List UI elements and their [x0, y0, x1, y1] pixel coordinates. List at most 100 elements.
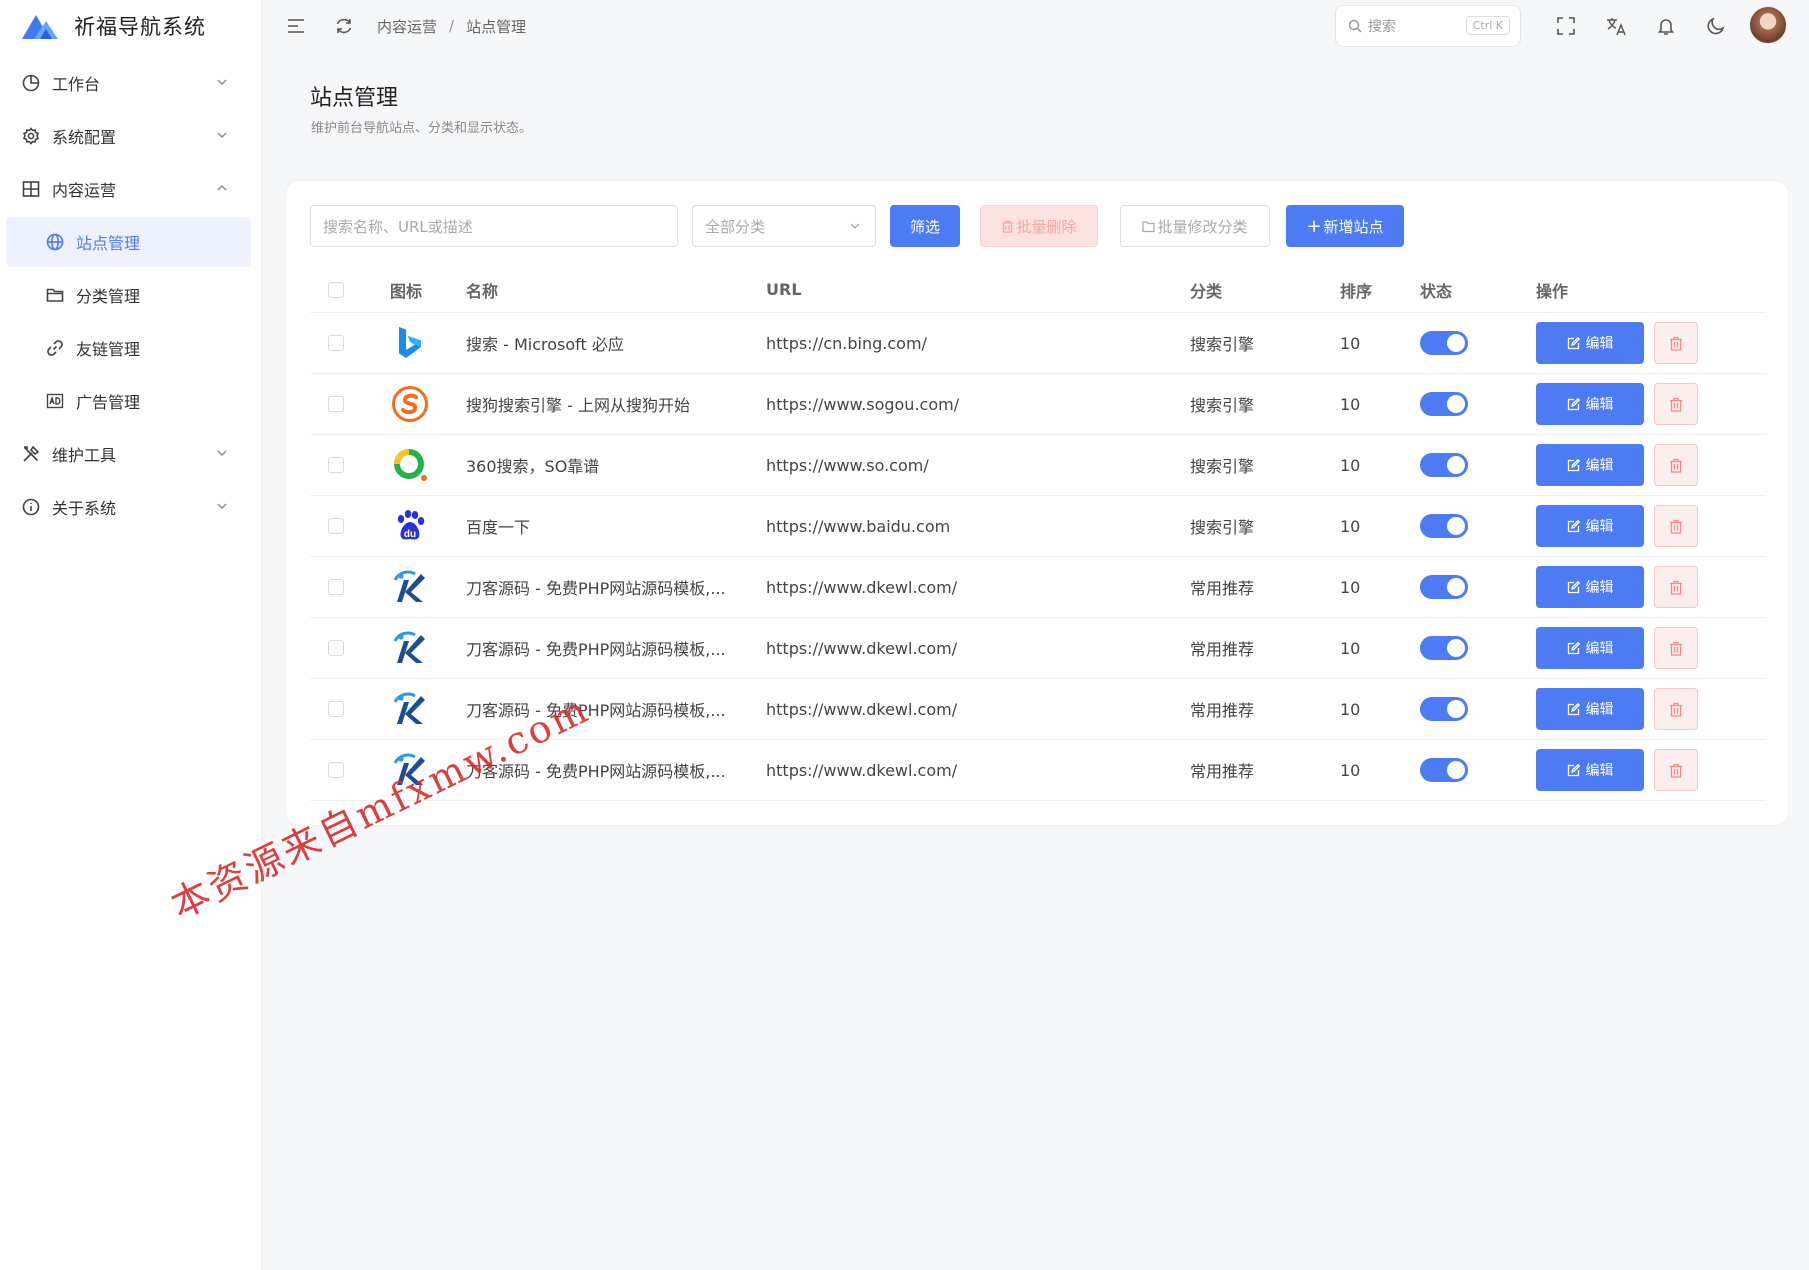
- sidebar-item-label: 内容运营: [52, 181, 117, 200]
- category-select-value: 全部分类: [705, 217, 766, 236]
- site-url[interactable]: https://www.dkewl.com/: [766, 618, 957, 678]
- batch-modify-category-button[interactable]: 批量修改分类: [1120, 205, 1270, 247]
- site-url[interactable]: https://www.dkewl.com/: [766, 557, 957, 617]
- site-category: 常用推荐: [1190, 701, 1255, 720]
- add-site-button[interactable]: + 新增站点: [1286, 205, 1404, 247]
- filter-button[interactable]: 筛选: [890, 205, 960, 247]
- site-url[interactable]: https://www.sogou.com/: [766, 374, 959, 434]
- row-select-cell: [328, 435, 344, 495]
- edit-button[interactable]: 编辑: [1536, 383, 1644, 425]
- row-checkbox[interactable]: [328, 762, 344, 778]
- row-checkbox[interactable]: [328, 579, 344, 595]
- status-toggle[interactable]: [1420, 514, 1468, 538]
- row-checkbox[interactable]: [328, 640, 344, 656]
- edit-label: 编辑: [1585, 763, 1614, 779]
- row-checkbox[interactable]: [328, 396, 344, 412]
- sidebar-item-workbench[interactable]: 工作台: [6, 58, 251, 108]
- brand-name: 祈福导航系统: [74, 15, 206, 39]
- site-sort: 10: [1340, 638, 1361, 658]
- link-icon: [44, 337, 66, 359]
- edit-button[interactable]: 编辑: [1536, 749, 1644, 791]
- edit-icon: [1567, 336, 1580, 349]
- delete-button[interactable]: [1654, 444, 1698, 486]
- status-toggle[interactable]: [1420, 453, 1468, 477]
- global-search-input[interactable]: 搜索 Ctrl K: [1335, 5, 1521, 47]
- site-name: 360搜索，SO靠谱: [466, 457, 600, 476]
- edit-icon: [1567, 580, 1580, 593]
- status-toggle[interactable]: [1420, 575, 1468, 599]
- translate-icon[interactable]: [1603, 13, 1629, 39]
- edit-label: 编辑: [1585, 519, 1614, 535]
- refresh-icon[interactable]: [331, 13, 357, 39]
- brand[interactable]: 祈福导航系统: [0, 0, 261, 52]
- delete-button[interactable]: [1654, 749, 1698, 791]
- delete-button[interactable]: [1654, 322, 1698, 364]
- search-shortcut: Ctrl K: [1465, 16, 1510, 35]
- delete-button[interactable]: [1654, 566, 1698, 608]
- sidebar-item-system-config[interactable]: 系统配置: [6, 111, 251, 161]
- edit-label: 编辑: [1585, 580, 1614, 596]
- breadcrumb-item[interactable]: 内容运营: [377, 16, 437, 37]
- site-sort: 10: [1340, 516, 1361, 536]
- row-select-cell: [328, 618, 344, 678]
- ops-cell: 编辑: [1536, 740, 1698, 800]
- row-select-cell: [328, 679, 344, 739]
- delete-button[interactable]: [1654, 505, 1698, 547]
- status-toggle[interactable]: [1420, 697, 1468, 721]
- sidebar-item-ad-management[interactable]: 广告管理: [6, 376, 251, 426]
- status-toggle[interactable]: [1420, 331, 1468, 355]
- trash-icon: [1670, 641, 1682, 656]
- site-search-input[interactable]: 搜索名称、URL或描述: [310, 205, 678, 247]
- site-url[interactable]: https://www.so.com/: [766, 435, 929, 495]
- sidebar-item-site-management[interactable]: 站点管理: [6, 217, 251, 267]
- sidebar-item-category-management[interactable]: 分类管理: [6, 270, 251, 320]
- select-all-checkbox[interactable]: [328, 281, 344, 298]
- status-toggle[interactable]: [1420, 392, 1468, 416]
- status-cell: [1420, 679, 1468, 739]
- site-url[interactable]: https://www.dkewl.com/: [766, 679, 957, 739]
- dkewl-logo-icon: [390, 689, 430, 729]
- edit-button[interactable]: 编辑: [1536, 688, 1644, 730]
- sidebar-item-content-ops[interactable]: 内容运营: [6, 164, 251, 214]
- delete-button[interactable]: [1654, 627, 1698, 669]
- globe-icon: [44, 231, 66, 253]
- edit-button[interactable]: 编辑: [1536, 322, 1644, 364]
- bell-icon[interactable]: [1653, 13, 1679, 39]
- delete-button[interactable]: [1654, 688, 1698, 730]
- table-row: 刀客源码 - 免费PHP网站源码模板,... https://www.dkewl.…: [310, 557, 1766, 618]
- site-url[interactable]: https://www.baidu.com: [766, 496, 950, 556]
- site-sort: 10: [1340, 333, 1361, 353]
- status-toggle[interactable]: [1420, 758, 1468, 782]
- batch-delete-button[interactable]: 批量删除: [980, 205, 1098, 247]
- avatar[interactable]: [1749, 6, 1787, 44]
- row-checkbox[interactable]: [328, 335, 344, 351]
- edit-label: 编辑: [1585, 702, 1614, 718]
- row-checkbox[interactable]: [328, 457, 344, 473]
- sidebar-item-label: 工作台: [52, 75, 101, 94]
- category-select[interactable]: 全部分类: [692, 205, 876, 247]
- row-checkbox[interactable]: [328, 701, 344, 717]
- row-checkbox[interactable]: [328, 518, 344, 534]
- delete-button[interactable]: [1654, 383, 1698, 425]
- sidebar-item-maintenance-tools[interactable]: 维护工具: [6, 429, 251, 479]
- edit-button[interactable]: 编辑: [1536, 505, 1644, 547]
- edit-button[interactable]: 编辑: [1536, 566, 1644, 608]
- breadcrumb-current: 站点管理: [466, 17, 527, 36]
- menu-toggle-icon[interactable]: [283, 13, 309, 39]
- status-cell: [1420, 313, 1468, 373]
- sidebar-item-label: 维护工具: [52, 446, 117, 465]
- trash-icon: [1670, 580, 1682, 595]
- site-url[interactable]: https://www.dkewl.com/: [766, 740, 957, 800]
- sogou-logo-icon: [390, 384, 430, 424]
- fullscreen-icon[interactable]: [1553, 13, 1579, 39]
- site-category: 常用推荐: [1190, 579, 1255, 598]
- dark-mode-moon-icon[interactable]: [1703, 13, 1729, 39]
- ops-cell: 编辑: [1536, 374, 1698, 434]
- edit-button[interactable]: 编辑: [1536, 627, 1644, 669]
- edit-button[interactable]: 编辑: [1536, 444, 1644, 486]
- sidebar-item-link-management[interactable]: 友链管理: [6, 323, 251, 373]
- sidebar-item-about[interactable]: 关于系统: [6, 482, 251, 532]
- site-url[interactable]: https://cn.bing.com/: [766, 313, 927, 373]
- status-toggle[interactable]: [1420, 636, 1468, 660]
- site-category: 常用推荐: [1190, 762, 1255, 781]
